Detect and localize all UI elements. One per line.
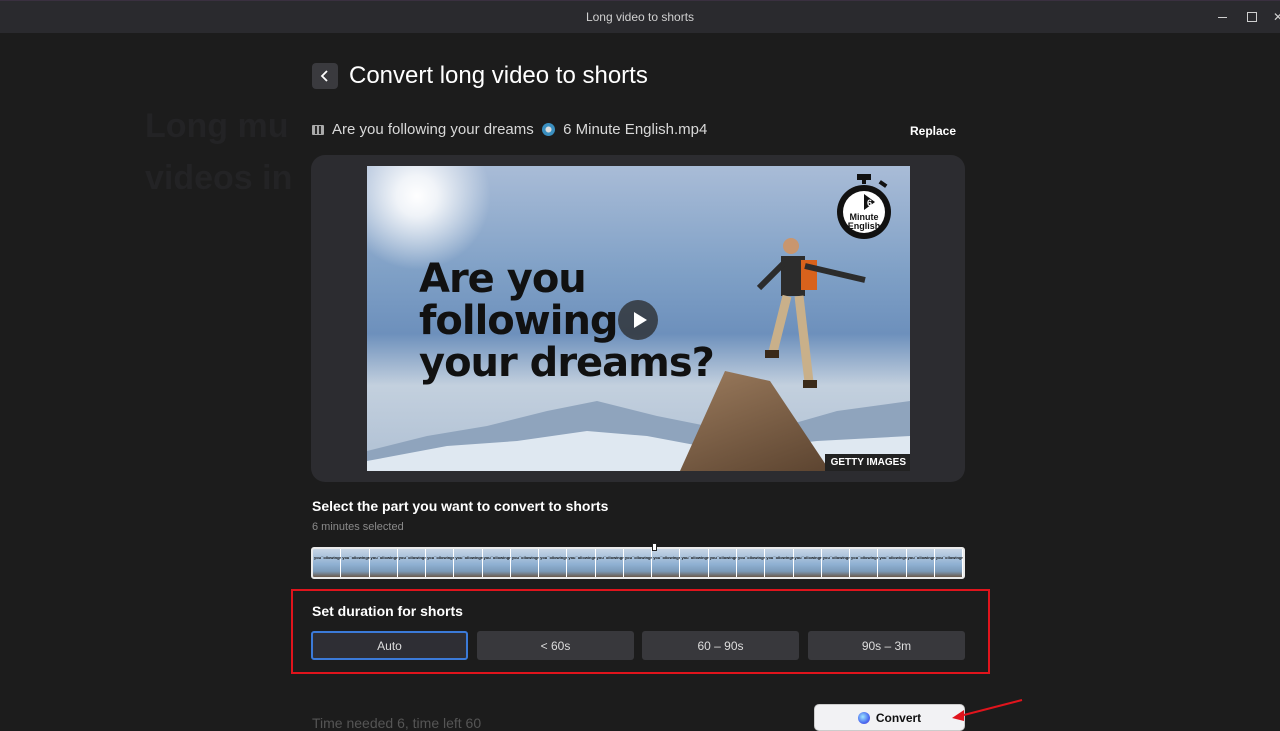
headline-line: following xyxy=(419,298,619,344)
duration-option-60-90s[interactable]: 60 – 90s xyxy=(642,631,799,660)
selected-duration-label: 6 minutes selected xyxy=(312,521,404,533)
logo-line2: English xyxy=(848,221,881,231)
timeline-thumbnail xyxy=(878,549,919,577)
timeline-thumbnail xyxy=(736,549,778,577)
clock-emoji-icon xyxy=(541,123,555,136)
page-title: Convert long video to shorts xyxy=(349,62,648,89)
timeline-thumbnail xyxy=(906,549,948,577)
close-button[interactable]: ✕ xyxy=(1270,9,1280,25)
timeline-thumbnail xyxy=(454,549,495,577)
timeline-thumbnail xyxy=(708,549,750,577)
timeline-thumbnail xyxy=(510,549,552,577)
timeline-thumbnail xyxy=(567,549,609,577)
timeline-thumbnail xyxy=(680,549,722,577)
headline-line: Are you xyxy=(419,256,587,302)
replace-button[interactable]: Replace xyxy=(904,122,962,140)
film-icon xyxy=(312,124,324,135)
play-icon xyxy=(633,312,647,328)
timeline-selector[interactable] xyxy=(311,547,965,579)
timeline-thumbnail xyxy=(397,549,439,577)
timeline-thumbnail xyxy=(765,549,806,577)
select-part-title: Select the part you want to convert to s… xyxy=(312,498,609,514)
file-name-part1: Are you following your dreams xyxy=(332,121,534,138)
file-info: Are you following your dreams 6 Minute E… xyxy=(312,121,707,138)
timeline-thumbnail xyxy=(595,549,637,577)
annotation-arrow xyxy=(952,699,1023,721)
video-preview-card: Are you following your dreams? 6 Minute … xyxy=(311,155,965,482)
video-headline: Are you following your dreams? xyxy=(419,256,715,386)
maximize-icon xyxy=(1247,12,1257,22)
title-bar: Long video to shorts ✕ xyxy=(0,0,1280,33)
video-preview[interactable]: Are you following your dreams? 6 Minute … xyxy=(367,166,910,471)
logo-number: 6 xyxy=(867,198,872,208)
timeline-thumbnail xyxy=(623,549,665,577)
timeline-thumbnail xyxy=(369,549,411,577)
minimize-button[interactable] xyxy=(1214,9,1230,25)
timeline-thumbnail xyxy=(652,549,693,577)
duration-option-auto[interactable]: Auto xyxy=(311,631,468,660)
chevron-left-icon xyxy=(320,70,328,82)
sparkle-icon xyxy=(857,711,870,724)
window-title: Long video to shorts xyxy=(585,10,695,24)
timeline-thumbnail xyxy=(539,549,580,577)
back-button[interactable] xyxy=(312,63,338,89)
file-name: Are you following your dreams 6 Minute E… xyxy=(332,121,707,138)
duration-option-90s-3m[interactable]: 90s – 3m xyxy=(808,631,965,660)
convert-label: Convert xyxy=(875,710,922,725)
timeline-thumbnail xyxy=(426,549,467,577)
timeline-playhead[interactable] xyxy=(652,543,657,551)
timeline-thumbnail xyxy=(934,549,963,577)
image-credit: GETTY IMAGES xyxy=(824,454,910,471)
close-icon: ✕ xyxy=(1272,10,1280,24)
background-ghost-text: Long mu videos in xyxy=(145,107,293,197)
timeline-thumbnail xyxy=(821,549,863,577)
duration-title: Set duration for shorts xyxy=(312,603,463,619)
timeline-thumbnail xyxy=(482,549,524,577)
convert-button[interactable]: Convert xyxy=(814,704,965,731)
maximize-button[interactable] xyxy=(1244,9,1260,25)
six-minute-english-logo: 6 Minute English xyxy=(837,174,891,239)
hiker-graphic xyxy=(757,238,866,388)
timeline-thumbnail xyxy=(313,549,354,577)
timeline-thumbnail xyxy=(850,549,891,577)
file-name-part2: 6 Minute English.mp4 xyxy=(563,121,708,138)
headline-line: your dreams? xyxy=(419,340,715,386)
duration-option-under-60s[interactable]: < 60s xyxy=(477,631,634,660)
play-button[interactable] xyxy=(618,300,658,340)
timeline-thumbnail xyxy=(341,549,382,577)
time-status-text: Time needed 6, time left 60 xyxy=(312,715,482,731)
minimize-icon xyxy=(1217,16,1227,18)
timeline-thumbnail xyxy=(793,549,835,577)
